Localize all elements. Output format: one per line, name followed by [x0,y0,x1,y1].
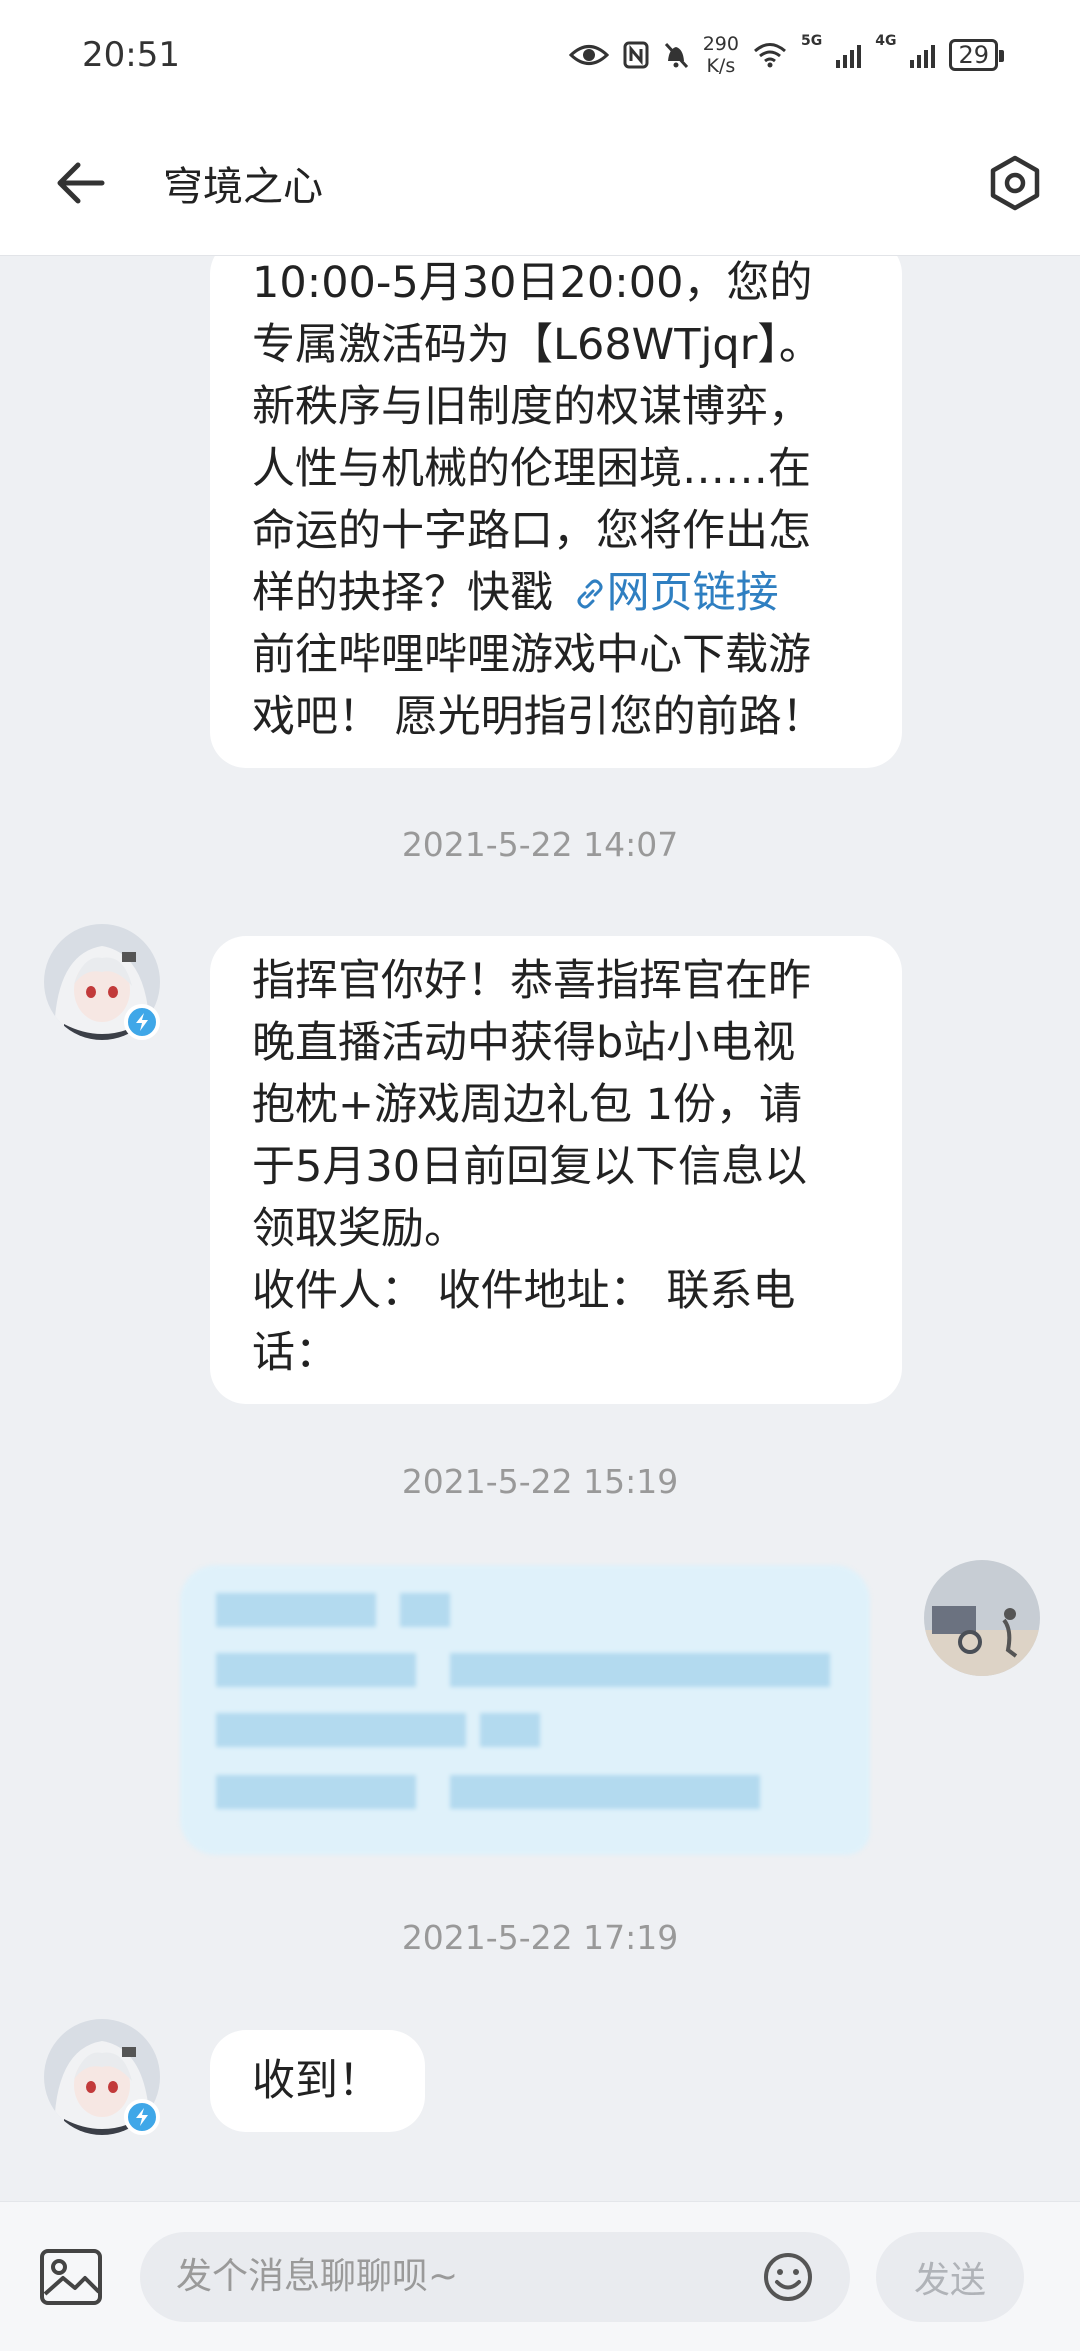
message-bubble[interactable]: 10:00-5月30日20:00，您的 专属激活码为【L68WTjqr】。 新秩… [210,256,902,768]
back-button[interactable] [35,138,125,228]
emoji-button[interactable] [760,2249,816,2305]
message-line: 戏吧！ 愿光明指引您的前路！ [252,692,825,742]
photo-avatar-image [924,1560,1040,1676]
mute-bell-icon [664,42,688,69]
message-bubble[interactable]: 指挥官你好！恭喜指挥官在昨 晚直播活动中获得b站小电视 抱枕+游戏周边礼包 1份… [210,936,902,1404]
verified-badge [124,2099,160,2135]
message-line: 话： [252,1328,338,1378]
message-line: 于5月30日前回复以下信息以 [252,1142,808,1192]
hexagon-settings-icon [990,155,1040,210]
status-time: 20:51 [82,35,180,75]
arrow-left-icon [57,162,105,203]
message-line: 领取奖励。 [252,1204,467,1254]
message-input-bar: 发送 [0,2201,1080,2351]
chat-header: 穹境之心 [0,110,1080,256]
message-line-with-link: 样的抉择？快戳 网页链接 [252,562,862,624]
message-line: 指挥官你好！恭喜指挥官在昨 [252,956,811,1006]
battery-indicator: 29 [949,39,1004,71]
net-speed-unit: K/s [706,55,736,77]
message-line: 专属激活码为【L68WTjqr】。 [252,320,822,370]
wifi-icon [754,43,786,68]
message-timestamp: 2021-5-22 15:19 [401,1462,679,1501]
message-text: 样的抉择？快戳 [252,568,553,618]
web-link-label: 网页链接 [606,568,779,618]
signal-icon [836,42,862,68]
message-input[interactable] [176,2256,760,2297]
image-button[interactable] [36,2242,106,2312]
sim1-network-label: 5G [800,33,823,49]
eye-icon [568,45,609,65]
message-line: 10:00-5月30日20:00，您的 [252,258,813,308]
nfc-icon [623,41,649,69]
web-link[interactable]: 网页链接 [567,568,779,618]
blurred-message-bubble[interactable] [180,1565,870,1855]
lightning-icon [136,2108,148,2126]
message-line: 前往哔哩哔哩游戏中心下载游 [252,630,811,680]
message-bubble[interactable]: 收到！ [210,2030,425,2132]
send-button[interactable]: 发送 [876,2231,1024,2322]
message-line: 新秩序与旧制度的权谋博弈， [252,382,811,432]
message-line: 晚直播活动中获得b站小电视 [252,1018,796,1068]
verified-badge [124,1004,160,1040]
net-speed: 290 K/s [703,33,739,77]
sim2-network-label: 4G [875,33,897,49]
message-timestamp: 2021-5-22 14:07 [401,825,679,864]
page-title: 穹境之心 [163,163,323,210]
message-line: 命运的十字路口，您将作出怎 [252,506,811,556]
message-line: 人性与机械的伦理困境……在 [252,444,811,494]
message-line: 收件人： 收件地址： 联系电 [252,1266,796,1316]
status-bar: 20:51 290 K/s 5G 4G 29 [0,0,1080,110]
message-timestamp: 2021-5-22 17:19 [401,1918,679,1957]
message-line: 抱枕+游戏周边礼包 1份，请 [252,1080,803,1130]
link-icon [577,579,603,609]
message-line: 收到！ [252,2056,381,2106]
image-icon [40,2248,102,2305]
chat-area[interactable]: 10:00-5月30日20:00，您的 专属激活码为【L68WTjqr】。 新秩… [0,256,1080,2201]
status-icons: 290 K/s 5G 4G 29 [568,33,1004,77]
settings-button[interactable] [970,138,1060,228]
net-speed-value: 290 [702,33,739,55]
self-avatar[interactable] [924,1560,1040,1676]
message-input-container [140,2231,850,2322]
smiley-icon [764,2252,812,2301]
signal-icon-2 [910,42,936,68]
lightning-icon [136,1013,148,1031]
